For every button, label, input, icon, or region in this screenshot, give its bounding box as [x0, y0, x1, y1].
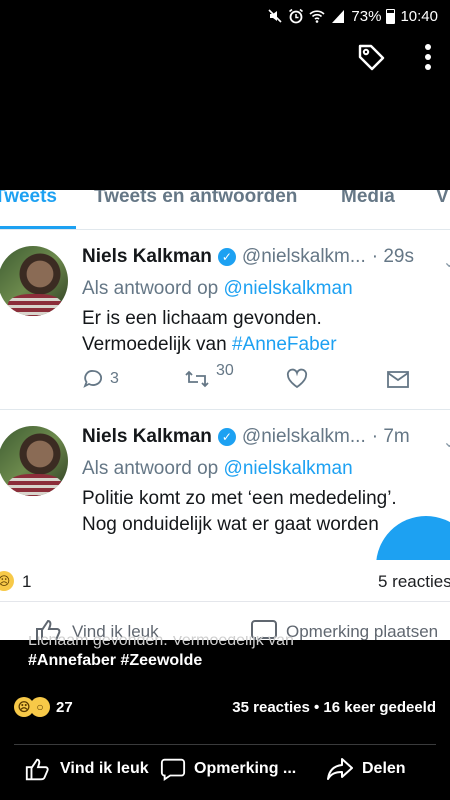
- hashtag: #AnneFaber: [231, 334, 337, 355]
- inner-reaction-count: 1: [22, 572, 32, 591]
- alarm-icon: [289, 8, 304, 24]
- post-caption: Lichaam gevonden. Vermoedelijk van #Anne…: [28, 636, 448, 672]
- comment-button[interactable]: Opmerking ...: [160, 756, 296, 782]
- share-icon: [327, 758, 353, 780]
- signal-icon: [332, 10, 345, 23]
- avatar: [0, 246, 68, 316]
- chevron-down-icon: ⌄: [442, 254, 450, 271]
- tweet-line: Politie komt zo met ‘een mededeling’.: [82, 488, 397, 509]
- reply-context: Als antwoord op @nielskalkman: [82, 278, 353, 300]
- reply-action: 3: [82, 368, 119, 390]
- tweet: Niels Kalkman ✓ @nielskalkm... · 29s ⌄ A…: [0, 230, 450, 410]
- caption-text: Lichaam gevonden. Vermoedelijk van: [28, 636, 294, 649]
- tab-more: V: [436, 190, 449, 207]
- inner-post-actions: Vind ik leuk Opmerking plaatsen: [0, 602, 450, 640]
- tag-icon[interactable]: [356, 42, 386, 72]
- shared-screenshot[interactable]: Tweets Tweets en antwoorden Media V Niel…: [0, 190, 450, 640]
- inner-comment-count: 5 reacties: [378, 572, 450, 591]
- author-handle: @nielskalkm...: [241, 246, 366, 267]
- wow-emoji-icon: ○: [30, 697, 50, 717]
- photo-viewer-actions: [356, 42, 432, 72]
- sad-emoji-icon: ☹: [0, 571, 14, 591]
- tweet-header: Niels Kalkman ✓ @nielskalkm... · 7m: [82, 426, 410, 448]
- retweet-count: 30: [216, 362, 234, 379]
- tweet-line: Vermoedelijk van #AnneFaber: [82, 332, 450, 358]
- caption-hashtags[interactable]: #Annefaber #Zeewolde: [28, 652, 202, 669]
- inner-post-stats: ☹ 1 5 reacties: [0, 560, 450, 602]
- retweet-icon: [185, 370, 209, 388]
- mention: @nielskalkman: [223, 278, 353, 299]
- divider: [14, 744, 436, 745]
- like-label: Vind ik leuk: [60, 760, 149, 777]
- reply-count: 3: [110, 370, 119, 387]
- active-tab-indicator: [0, 226, 76, 229]
- envelope-icon: [387, 371, 409, 388]
- clock: 10:40: [400, 7, 438, 25]
- post-stats[interactable]: 35 reacties • 16 keer gedeeld: [232, 699, 436, 716]
- mute-icon: [268, 9, 282, 23]
- twitter-tabs: Tweets Tweets en antwoorden Media V: [0, 190, 450, 230]
- status-bar: 73% 10:40: [0, 0, 450, 32]
- tweet-actions: 3 30: [82, 362, 422, 394]
- share-label: Delen: [362, 760, 406, 777]
- author-handle: @nielskalkm...: [241, 426, 366, 447]
- battery-icon: [386, 8, 396, 24]
- reply-icon: [83, 370, 102, 388]
- battery-percentage: 73%: [351, 7, 382, 25]
- retweet-action: 30: [184, 362, 234, 390]
- author-name: Niels Kalkman: [82, 246, 212, 267]
- more-vertical-icon[interactable]: [424, 43, 432, 71]
- verified-badge-icon: ✓: [217, 248, 236, 266]
- tab-tweets: Tweets: [0, 190, 58, 207]
- comment-icon: [160, 758, 186, 781]
- tab-media: Media: [341, 190, 395, 207]
- reaction-summary[interactable]: ☹ ○ 27: [14, 697, 73, 717]
- chevron-down-icon: ⌄: [442, 434, 450, 451]
- heart-icon: [286, 368, 308, 389]
- dm-action: [386, 368, 410, 390]
- like-button[interactable]: Vind ik leuk: [24, 756, 149, 782]
- reaction-count: 27: [56, 698, 73, 716]
- reply-context: Als antwoord op @nielskalkman: [82, 458, 353, 480]
- verified-badge-icon: ✓: [217, 428, 236, 446]
- like-action: [286, 368, 308, 390]
- comment-label: Opmerking ...: [194, 760, 297, 777]
- tweet-line: Er is een lichaam gevonden.: [82, 308, 322, 329]
- tweet-time: · 29s: [371, 246, 414, 267]
- thumbs-up-icon: [25, 758, 49, 781]
- share-button[interactable]: Delen: [326, 756, 406, 782]
- post-actions: Vind ik leuk Opmerking ... Delen: [0, 756, 450, 790]
- reply-prefix: Als antwoord op: [82, 458, 219, 479]
- tweet-time: · 7m: [371, 426, 410, 447]
- tweet-header: Niels Kalkman ✓ @nielskalkm... · 29s: [82, 246, 414, 268]
- reply-prefix: Als antwoord op: [82, 278, 219, 299]
- author-name: Niels Kalkman: [82, 426, 212, 447]
- tab-tweets-en-antwoorden: Tweets en antwoorden: [94, 190, 298, 207]
- mention: @nielskalkman: [223, 458, 353, 479]
- tweet-text: Er is een lichaam gevonden. Vermoedelijk…: [82, 306, 450, 358]
- tweet-line-prefix: Vermoedelijk van: [82, 334, 227, 355]
- avatar: [0, 426, 68, 496]
- wifi-icon: [309, 10, 325, 23]
